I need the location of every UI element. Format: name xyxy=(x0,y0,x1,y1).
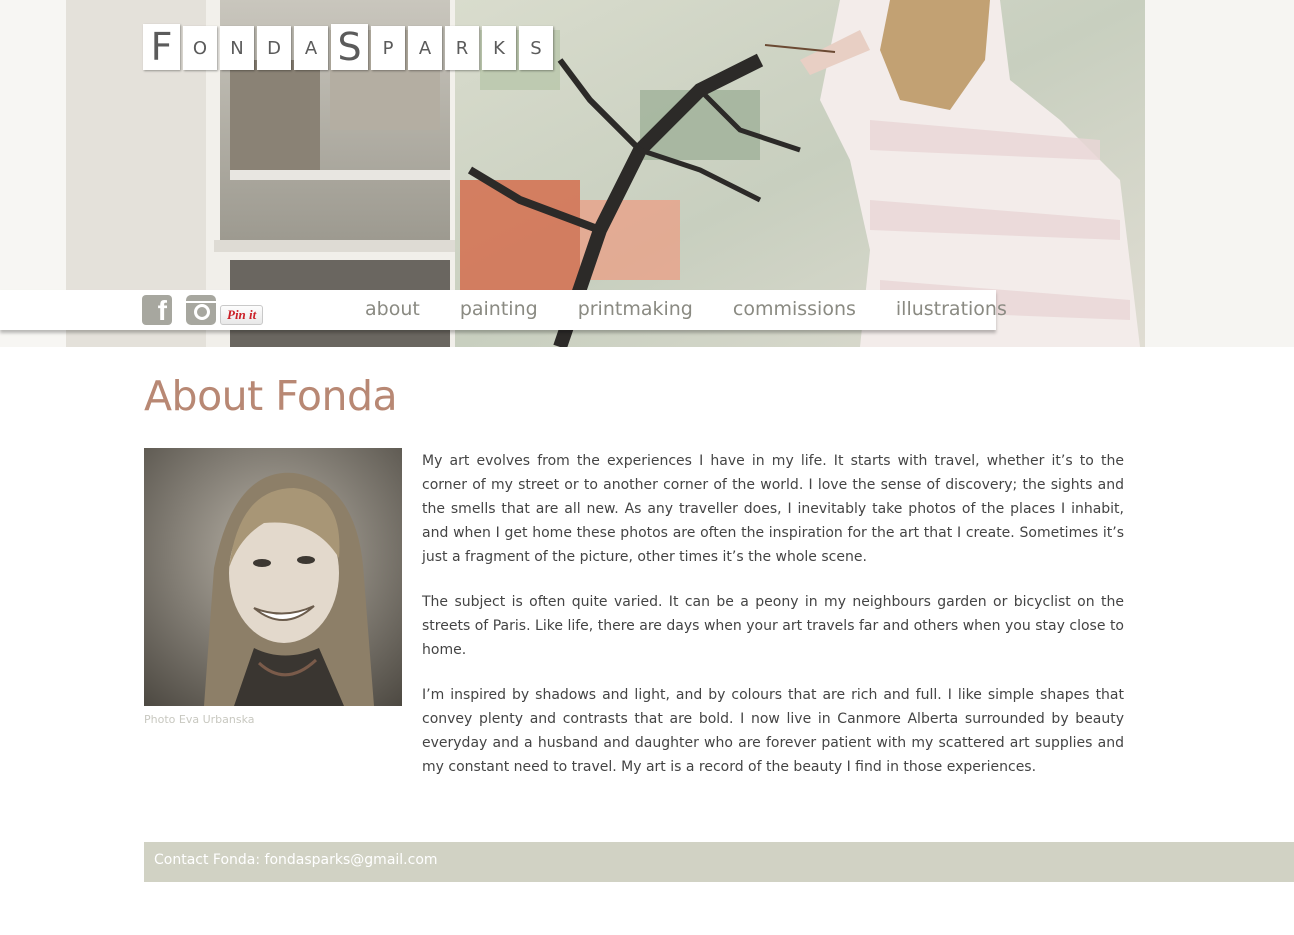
nav-item-illustrations[interactable]: illustrations xyxy=(876,298,1027,320)
logo-letter-tile: a xyxy=(408,26,442,70)
site-logo[interactable]: F o n d a S p a r k s xyxy=(143,24,553,70)
logo-letter-tile: o xyxy=(183,26,217,70)
nav-item-painting[interactable]: painting xyxy=(440,298,558,320)
page-title: About Fonda xyxy=(144,372,398,420)
pin-it-button[interactable]: Pin it xyxy=(220,305,264,325)
artist-portrait-photo xyxy=(144,448,402,706)
logo-letter-tile: r xyxy=(445,26,479,70)
bio-paragraph: My art evolves from the experiences I ha… xyxy=(422,453,1124,565)
logo-letter-tile: k xyxy=(482,26,516,70)
photo-caption: Photo Eva Urbanska xyxy=(144,713,255,726)
logo-letter-tile: a xyxy=(294,26,328,70)
logo-letter-tile: n xyxy=(220,26,254,70)
contact-email-link[interactable]: Contact Fonda: fondasparks@gmail.com xyxy=(154,852,438,868)
bio-paragraph: I’m inspired by shadows and light, and b… xyxy=(422,687,1124,775)
social-links: f Pin it xyxy=(142,295,264,325)
logo-letter-tile: d xyxy=(257,26,291,70)
facebook-icon[interactable]: f xyxy=(142,295,172,325)
logo-letter-tile: S xyxy=(331,24,368,70)
logo-letter-tile: F xyxy=(143,24,180,70)
main-navigation-bar: f Pin it about painting printmaking comm… xyxy=(0,290,1007,330)
instagram-icon[interactable] xyxy=(186,295,216,325)
nav-item-printmaking[interactable]: printmaking xyxy=(558,298,713,320)
nav-item-about[interactable]: about xyxy=(345,298,440,320)
about-text: My art evolves from the experiences I ha… xyxy=(422,449,1124,800)
logo-letter-tile: p xyxy=(371,26,405,70)
footer-bar: Contact Fonda: fondasparks@gmail.com xyxy=(144,842,1294,882)
bio-paragraph: The subject is often quite varied. It ca… xyxy=(422,594,1124,658)
header-banner-image: F o n d a S p a r k s f Pin it about pai… xyxy=(0,0,1294,347)
nav-item-commissions[interactable]: commissions xyxy=(713,298,876,320)
nav-links: about painting printmaking commissions i… xyxy=(345,298,1027,320)
logo-letter-tile: s xyxy=(519,26,553,70)
